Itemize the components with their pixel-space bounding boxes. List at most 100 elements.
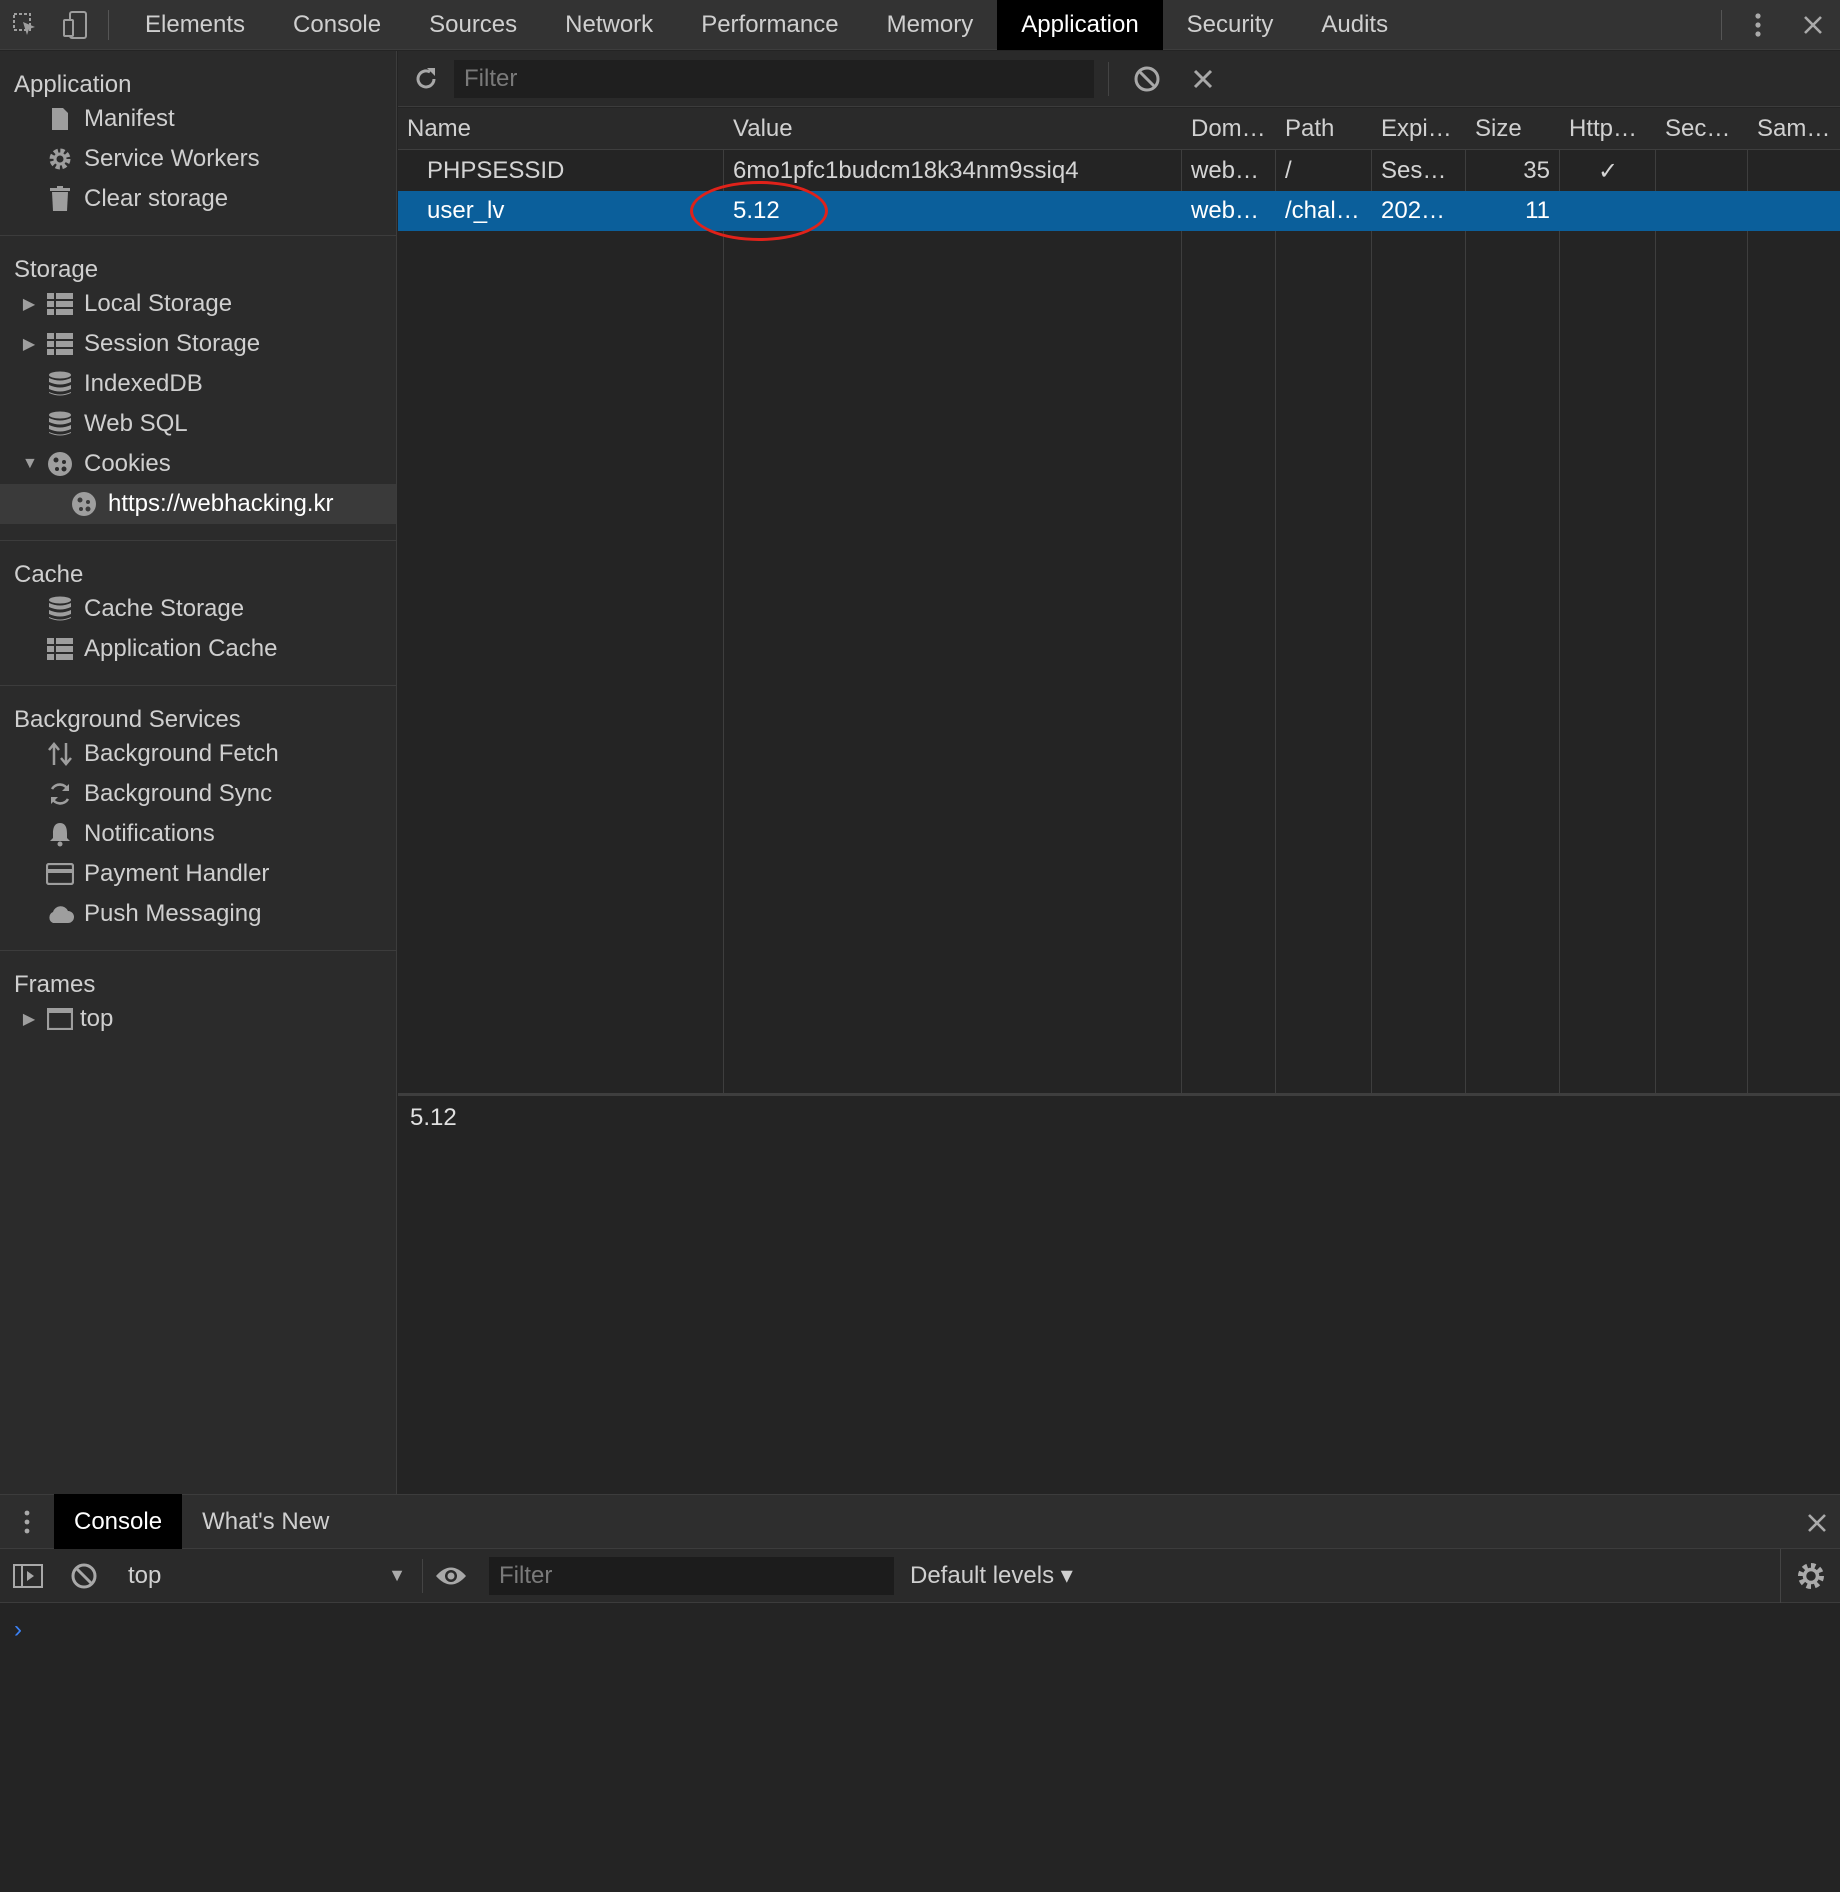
refresh-icon[interactable] <box>398 51 454 107</box>
application-sidebar: Application Manifest Service Workers Cle… <box>0 51 397 1494</box>
header-secure[interactable]: Sec… <box>1656 108 1748 150</box>
sidebar-item-label: Local Storage <box>84 290 233 317</box>
column-divider <box>1656 108 1748 1093</box>
console-settings-gear-icon[interactable] <box>1780 1549 1840 1603</box>
tab-performance[interactable]: Performance <box>677 0 862 50</box>
table-row[interactable]: PHPSESSID 6mo1pfc1budcm18k34nm9ssiq4 web… <box>398 151 1840 191</box>
sidebar-toggle-icon[interactable] <box>0 1549 56 1603</box>
table-row-selected[interactable]: user_lv 5.12 web… /chal… 202… 11 <box>398 191 1840 231</box>
cookies-filter-input[interactable]: Filter <box>454 59 1094 98</box>
cell-domain: web… <box>1191 197 1260 224</box>
cookie-icon <box>46 450 74 478</box>
console-filter-input[interactable]: Filter <box>489 1556 894 1595</box>
header-domain[interactable]: Dom… <box>1182 108 1276 150</box>
tab-network[interactable]: Network <box>541 0 677 50</box>
log-levels-dropdown[interactable]: Default levels ▾ <box>910 1561 1073 1590</box>
expand-arrow-icon[interactable]: ▶ <box>22 294 36 314</box>
tab-security[interactable]: Security <box>1163 0 1298 50</box>
expand-arrow-icon[interactable]: ▶ <box>22 334 36 354</box>
close-drawer-icon[interactable] <box>1806 1495 1828 1550</box>
chevron-down-icon: ▼ <box>388 1565 406 1585</box>
sidebar-item-background-sync[interactable]: Background Sync <box>0 774 396 814</box>
sidebar-item-background-fetch[interactable]: Background Fetch <box>0 734 396 774</box>
sidebar-item-cookie-origin[interactable]: https://webhacking.kr <box>0 484 396 524</box>
sidebar-item-label: Background Fetch <box>84 740 279 767</box>
sidebar-item-label: Clear storage <box>84 185 229 212</box>
console-prompt[interactable]: › <box>14 1616 22 1644</box>
sidebar-item-frame-top[interactable]: ▶ top <box>0 999 396 1039</box>
sidebar-item-label: Notifications <box>84 820 215 847</box>
clear-console-icon[interactable] <box>56 1549 112 1603</box>
tab-console[interactable]: Console <box>269 0 405 50</box>
column-divider <box>1276 108 1372 1093</box>
preview-value: 5.12 <box>410 1104 457 1131</box>
tab-audits[interactable]: Audits <box>1297 0 1412 50</box>
tab-elements[interactable]: Elements <box>121 0 269 50</box>
sidebar-item-notifications[interactable]: Notifications <box>0 814 396 854</box>
drawer-tab-whats-new[interactable]: What's New <box>182 1494 349 1549</box>
drawer-tabs: Console What's New <box>0 1494 1840 1549</box>
eye-icon[interactable] <box>423 1549 479 1603</box>
sidebar-item-cookies[interactable]: ▼ Cookies <box>0 444 396 484</box>
cookie-icon <box>70 490 98 518</box>
sidebar-item-label: Web SQL <box>84 410 188 437</box>
sidebar-item-push-messaging[interactable]: Push Messaging <box>0 894 396 934</box>
database-icon <box>46 410 74 438</box>
frame-icon <box>46 1005 74 1033</box>
sidebar-item-label: Cache Storage <box>84 595 245 622</box>
section-storage: Storage <box>14 256 99 283</box>
cell-expires: Ses… <box>1381 157 1447 184</box>
section-background-services: Background Services <box>14 706 241 733</box>
sidebar-item-web-sql[interactable]: Web SQL <box>0 404 396 444</box>
cookies-toolbar: Filter <box>398 51 1840 107</box>
sidebar-item-label: Cookies <box>84 450 171 477</box>
more-options-icon[interactable] <box>1730 0 1785 50</box>
cell-size: 11 <box>1525 197 1550 224</box>
close-devtools-icon[interactable] <box>1785 0 1840 50</box>
header-httponly[interactable]: Http… <box>1560 108 1656 150</box>
console-drawer: Console What's New top ▼ Filter Default … <box>0 1494 1840 1892</box>
card-icon <box>46 860 74 888</box>
header-samesite[interactable]: Sam… <box>1748 108 1840 150</box>
cell-domain: web… <box>1191 157 1260 184</box>
sidebar-item-payment-handler[interactable]: Payment Handler <box>0 854 396 894</box>
context-value: top <box>128 1561 162 1589</box>
tab-memory[interactable]: Memory <box>863 0 998 50</box>
sidebar-item-label: Background Sync <box>84 780 273 807</box>
header-expires[interactable]: Expi… <box>1372 108 1466 150</box>
collapse-arrow-icon[interactable]: ▼ <box>22 455 38 473</box>
sidebar-item-session-storage[interactable]: ▶ Session Storage <box>0 324 396 364</box>
sync-icon <box>46 780 74 808</box>
header-value[interactable]: Value <box>724 108 1182 150</box>
cell-name: PHPSESSID <box>427 157 565 184</box>
inspect-element-icon[interactable] <box>0 0 50 50</box>
sidebar-item-label: top <box>80 1005 114 1032</box>
table-header: Name Value Dom… Path Expi… Size Http… Se… <box>398 108 1840 150</box>
clear-all-icon[interactable] <box>1119 51 1175 107</box>
cell-path: /chal… <box>1285 197 1360 224</box>
sidebar-item-label: Service Workers <box>84 145 260 172</box>
sidebar-item-label: https://webhacking.kr <box>108 490 334 517</box>
sidebar-item-clear-storage[interactable]: Clear storage <box>0 179 396 219</box>
context-selector[interactable]: top ▼ <box>112 1549 422 1603</box>
drawer-tab-console[interactable]: Console <box>54 1494 183 1549</box>
cookie-value-preview: 5.12 <box>398 1093 1840 1494</box>
column-divider <box>724 108 1182 1093</box>
sidebar-item-indexeddb[interactable]: IndexedDB <box>0 364 396 404</box>
sidebar-item-local-storage[interactable]: ▶ Local Storage <box>0 284 396 324</box>
tab-application[interactable]: Application <box>997 0 1163 50</box>
header-name[interactable]: Name <box>398 108 724 150</box>
tab-sources[interactable]: Sources <box>405 0 541 50</box>
expand-arrow-icon[interactable]: ▶ <box>22 1009 36 1029</box>
delete-selected-icon[interactable] <box>1175 51 1231 107</box>
sidebar-item-service-workers[interactable]: Service Workers <box>0 139 396 179</box>
sidebar-item-cache-storage[interactable]: Cache Storage <box>0 589 396 629</box>
cell-size: 35 <box>1523 157 1550 184</box>
header-size[interactable]: Size <box>1466 108 1560 150</box>
header-path[interactable]: Path <box>1276 108 1372 150</box>
sidebar-item-manifest[interactable]: Manifest <box>0 99 396 139</box>
sidebar-item-application-cache[interactable]: Application Cache <box>0 629 396 669</box>
drawer-menu-icon[interactable] <box>0 1494 54 1549</box>
device-toolbar-icon[interactable] <box>50 0 100 50</box>
sidebar-item-label: Payment Handler <box>84 860 270 887</box>
